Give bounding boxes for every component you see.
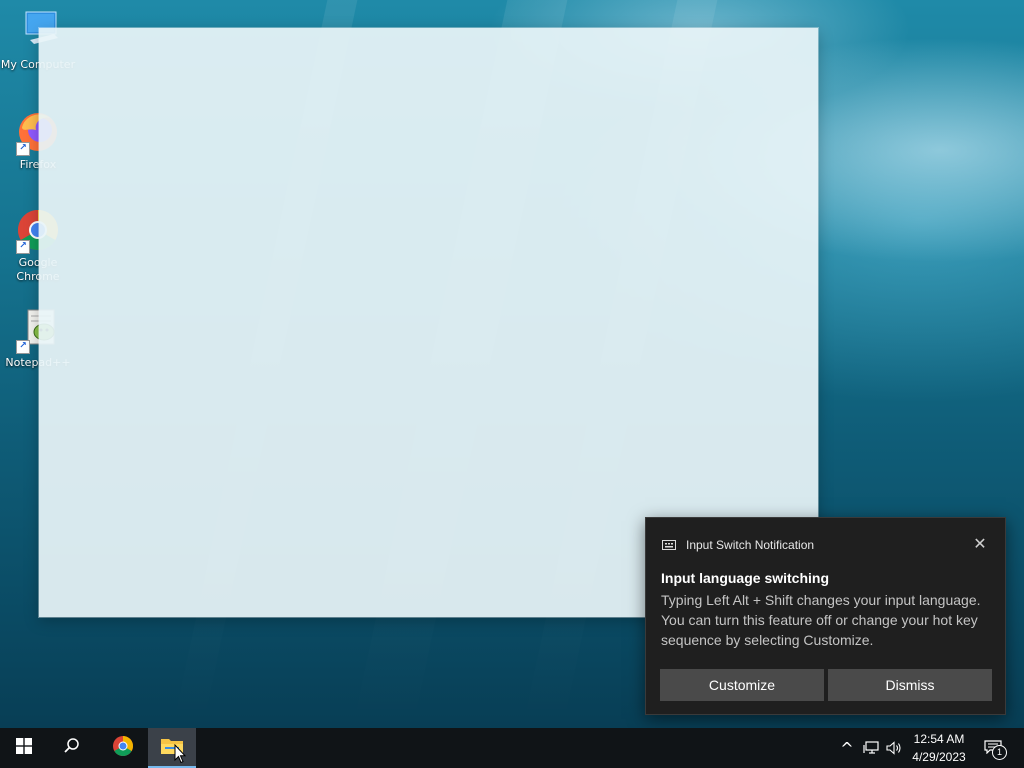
windows-logo-icon bbox=[16, 738, 32, 758]
shortcut-arrow-icon: ↗ bbox=[16, 142, 30, 156]
search-icon bbox=[63, 737, 81, 759]
notification-header: Input Switch Notification bbox=[662, 537, 814, 553]
action-center-button[interactable]: 1 bbox=[982, 740, 1007, 760]
start-button[interactable] bbox=[0, 728, 48, 768]
notification-app-name: Input Switch Notification bbox=[686, 538, 815, 552]
keyboard-icon bbox=[662, 539, 676, 551]
input-switch-notification[interactable]: Input Switch Notification ✕ Input langua… bbox=[645, 517, 1006, 715]
search-button[interactable] bbox=[48, 728, 96, 768]
show-hidden-icons-chevron[interactable]: ^ bbox=[838, 739, 856, 758]
taskbar: ^ 12:54 AM 4/29/2023 1 bbox=[0, 728, 1024, 768]
taskbar-clock[interactable]: 12:54 AM 4/29/2023 bbox=[905, 730, 973, 766]
close-icon[interactable]: ✕ bbox=[971, 535, 989, 553]
dismiss-button[interactable]: Dismiss bbox=[828, 669, 992, 701]
chrome-icon bbox=[111, 734, 135, 762]
network-icon[interactable] bbox=[862, 740, 880, 756]
notification-count-badge: 1 bbox=[992, 745, 1007, 760]
clock-time: 12:54 AM bbox=[913, 732, 965, 746]
notification-title: Input language switching bbox=[661, 570, 829, 586]
taskbar-chrome-button[interactable] bbox=[99, 728, 147, 768]
volume-icon[interactable] bbox=[885, 740, 903, 756]
action-center-icon: 1 bbox=[984, 740, 1007, 760]
notification-body: Typing Left Alt + Shift changes your inp… bbox=[661, 592, 981, 648]
customize-button[interactable]: Customize bbox=[660, 669, 824, 701]
clock-date: 4/29/2023 bbox=[912, 750, 966, 764]
mouse-cursor-icon bbox=[174, 743, 187, 764]
shortcut-arrow-icon: ↗ bbox=[16, 340, 30, 354]
shortcut-arrow-icon: ↗ bbox=[16, 240, 30, 254]
taskbar-file-explorer-button[interactable] bbox=[148, 728, 196, 768]
